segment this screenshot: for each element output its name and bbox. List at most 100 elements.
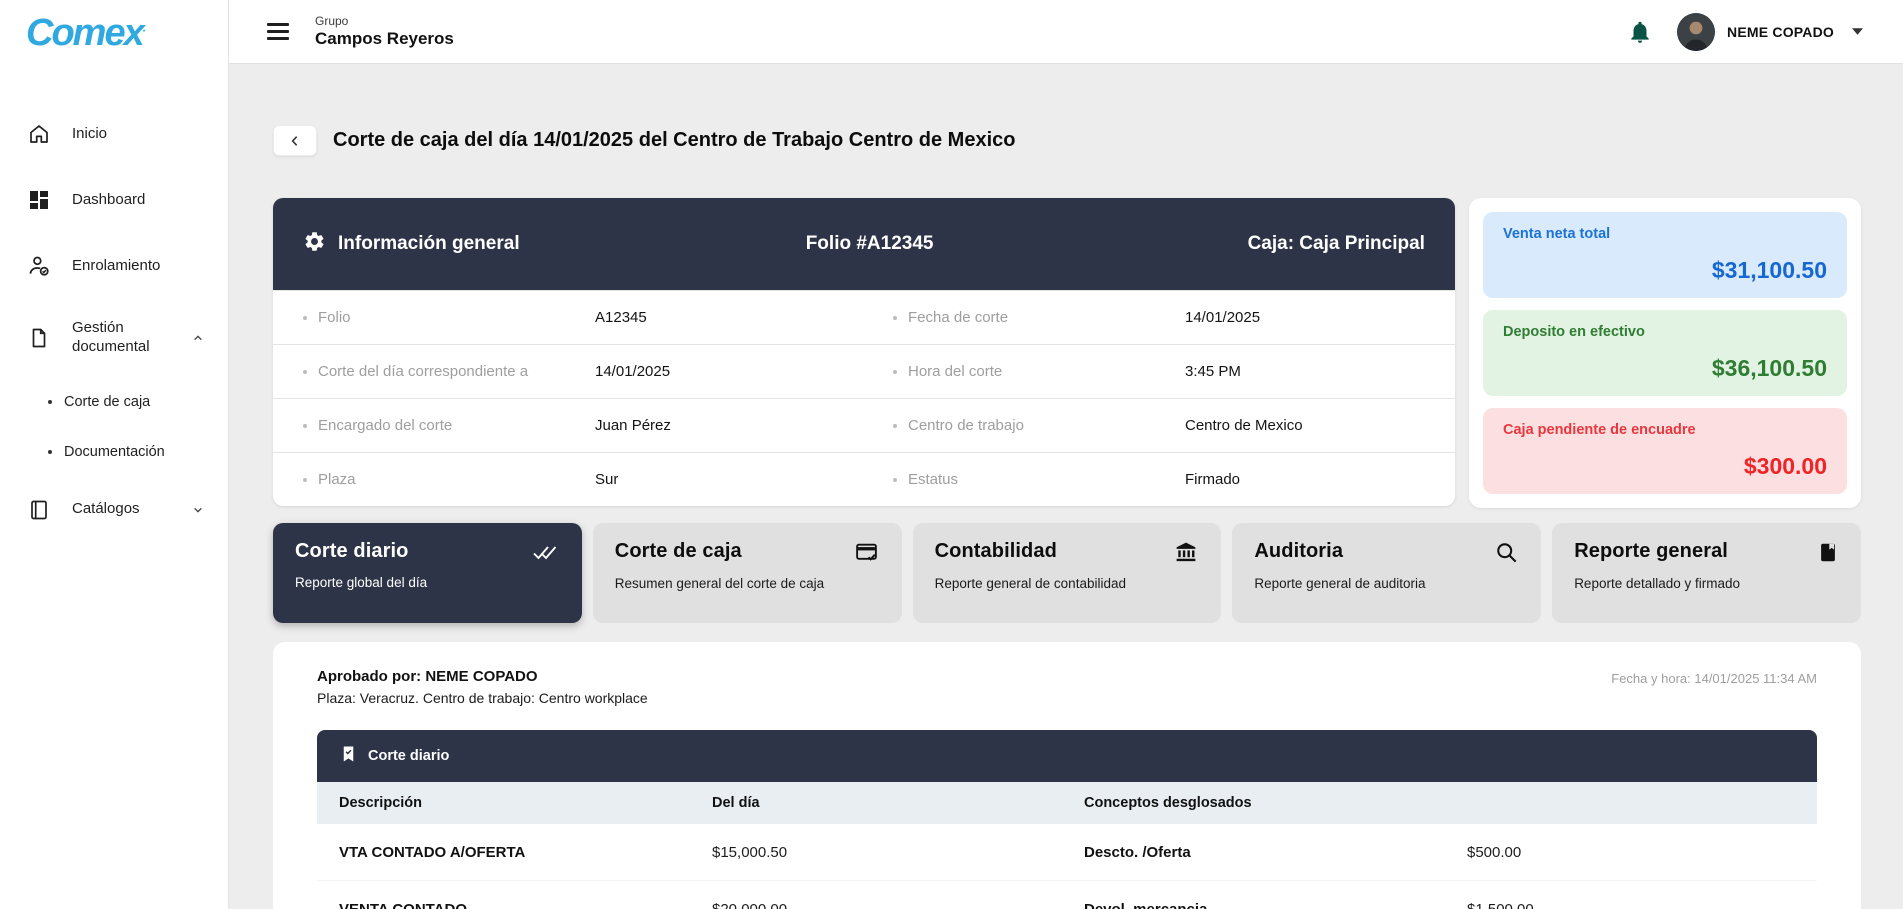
venta-neta-card: Venta neta total $31,100.50 bbox=[1483, 212, 1847, 298]
info-label: Estatus bbox=[893, 471, 1185, 488]
back-button[interactable] bbox=[273, 125, 317, 156]
report-datetime: Fecha y hora: 14/01/2025 11:34 AM bbox=[1611, 671, 1817, 686]
table-title-bar: Corte diario bbox=[317, 730, 1817, 782]
user-name: NEME COPADO bbox=[1727, 24, 1834, 40]
info-value: Centro de Mexico bbox=[1185, 417, 1425, 434]
location-line: Plaza: Veracruz. Centro de trabajo: Cent… bbox=[317, 690, 648, 706]
bullet-dot bbox=[48, 400, 52, 404]
book-icon bbox=[26, 497, 52, 523]
main-content: Corte de caja del día 14/01/2025 del Cen… bbox=[229, 0, 1903, 909]
comex-logo: Comex. bbox=[0, 0, 228, 55]
info-value: Sur bbox=[595, 471, 893, 488]
title-row: Corte de caja del día 14/01/2025 del Cen… bbox=[273, 125, 1861, 156]
info-value: 3:45 PM bbox=[1185, 363, 1425, 380]
info-row: Plaza Sur Estatus Firmado bbox=[273, 452, 1455, 506]
sidebar-item-label: Catálogos bbox=[72, 500, 140, 519]
sidebar-item-label: Enrolamiento bbox=[72, 257, 160, 276]
info-label: Plaza bbox=[303, 471, 595, 488]
info-value: 14/01/2025 bbox=[595, 363, 893, 380]
hamburger-menu-icon[interactable] bbox=[267, 23, 289, 40]
info-label: Centro de trabajo bbox=[893, 417, 1185, 434]
info-label: Folio bbox=[303, 309, 595, 326]
tab-reporte-general[interactable]: Reporte general Reporte detallado y firm… bbox=[1552, 523, 1861, 623]
table-header-row: Descripción Del día Conceptos desglosado… bbox=[317, 782, 1817, 824]
info-row: Folio A12345 Fecha de corte 14/01/2025 bbox=[273, 290, 1455, 344]
report-panel: Aprobado por: NEME COPADO Plaza: Veracru… bbox=[273, 642, 1861, 909]
report-tabs: Corte diario Reporte global del día Cort… bbox=[273, 523, 1861, 623]
sidebar-item-inicio[interactable]: Inicio bbox=[0, 101, 228, 167]
card-label: Deposito en efectivo bbox=[1503, 324, 1827, 340]
sidebar-subitem-label: Documentación bbox=[64, 444, 165, 460]
card-label: Venta neta total bbox=[1503, 226, 1827, 242]
row-monto: $1,500.00 bbox=[1467, 901, 1795, 909]
sidebar: Comex. Inicio Dashboard Enrolamiento Ges… bbox=[0, 0, 229, 909]
card-check-icon bbox=[853, 540, 880, 565]
info-panel-header: Información general Folio #A12345 Caja: … bbox=[273, 198, 1455, 290]
chevron-down-icon bbox=[190, 502, 206, 518]
tab-corte-de-caja[interactable]: Corte de caja Resumen general del corte … bbox=[593, 523, 902, 623]
info-panel: Información general Folio #A12345 Caja: … bbox=[273, 198, 1455, 506]
info-row: Corte del día correspondiente a 14/01/20… bbox=[273, 344, 1455, 398]
column-header: Descripción bbox=[339, 795, 712, 811]
sidebar-subitem-label: Corte de caja bbox=[64, 394, 150, 410]
sidebar-item-catalogos[interactable]: Catálogos bbox=[0, 477, 228, 543]
card-label: Caja pendiente de encuadre bbox=[1503, 422, 1827, 438]
sidebar-item-gestion-documental[interactable]: Gestión documental bbox=[0, 299, 228, 377]
search-icon bbox=[1494, 540, 1519, 565]
group-label: Grupo bbox=[315, 14, 454, 28]
page-title: Corte de caja del día 14/01/2025 del Cen… bbox=[333, 129, 1015, 152]
column-header: Del día bbox=[712, 795, 1084, 811]
sidebar-item-label: Dashboard bbox=[72, 191, 145, 210]
approved-by: Aprobado por: NEME COPADO bbox=[317, 668, 648, 685]
sidebar-nav: Inicio Dashboard Enrolamiento Gestión do… bbox=[0, 101, 228, 543]
sidebar-item-enrolamiento[interactable]: Enrolamiento bbox=[0, 233, 228, 299]
info-label: Corte del día correspondiente a bbox=[303, 363, 595, 380]
row-del-dia: $15,000.50 bbox=[712, 844, 1084, 861]
caja-pendiente-card: Caja pendiente de encuadre $300.00 bbox=[1483, 408, 1847, 494]
home-icon bbox=[26, 121, 52, 147]
info-label: Encargado del corte bbox=[303, 417, 595, 434]
card-value: $300.00 bbox=[1503, 453, 1827, 480]
info-panel-title: Información general bbox=[338, 233, 520, 255]
info-label: Hora del corte bbox=[893, 363, 1185, 380]
row-del-dia: $20,000.00 bbox=[712, 901, 1084, 909]
caret-down-icon bbox=[1852, 28, 1863, 35]
sidebar-item-dashboard[interactable]: Dashboard bbox=[0, 167, 228, 233]
top-header: Grupo Campos Reyeros NEME COPADO bbox=[229, 0, 1903, 64]
row-descripcion: VENTA CONTADO bbox=[339, 901, 712, 909]
info-value: Juan Pérez bbox=[595, 417, 893, 434]
info-row: Encargado del corte Juan Pérez Centro de… bbox=[273, 398, 1455, 452]
column-header: Conceptos desglosados bbox=[1084, 795, 1467, 811]
info-label: Fecha de corte bbox=[893, 309, 1185, 326]
info-value: Firmado bbox=[1185, 471, 1425, 488]
sidebar-item-corte-de-caja[interactable]: Corte de caja bbox=[0, 377, 228, 427]
row-concepto: Devol. mercancia bbox=[1084, 901, 1467, 909]
info-value: A12345 bbox=[595, 309, 893, 326]
sidebar-item-documentacion[interactable]: Documentación bbox=[0, 427, 228, 477]
table-title: Corte diario bbox=[368, 748, 449, 764]
group-name: Campos Reyeros bbox=[315, 29, 454, 49]
caja-header: Caja: Caja Principal bbox=[1055, 233, 1425, 255]
bank-icon bbox=[1173, 540, 1199, 565]
bookmark-icon bbox=[1817, 540, 1839, 565]
table-row: VENTA CONTADO $20,000.00 Devol. mercanci… bbox=[317, 881, 1817, 909]
tab-contabilidad[interactable]: Contabilidad Reporte general de contabil… bbox=[913, 523, 1222, 623]
deposito-efectivo-card: Deposito en efectivo $36,100.50 bbox=[1483, 310, 1847, 396]
info-value: 14/01/2025 bbox=[1185, 309, 1425, 326]
dashboard-icon bbox=[26, 187, 52, 213]
tab-auditoria[interactable]: Auditoria Reporte general de auditoria bbox=[1232, 523, 1541, 623]
row-concepto: Descto. /Oferta bbox=[1084, 844, 1467, 861]
bell-icon[interactable] bbox=[1627, 19, 1653, 45]
user-menu[interactable]: NEME COPADO bbox=[1677, 13, 1863, 51]
card-value: $31,100.50 bbox=[1503, 257, 1827, 284]
approval-block: Aprobado por: NEME COPADO Plaza: Veracru… bbox=[317, 668, 1817, 706]
double-check-icon bbox=[530, 540, 560, 564]
sidebar-item-label: Inicio bbox=[72, 125, 107, 144]
chevron-up-icon bbox=[190, 330, 206, 346]
tab-corte-diario[interactable]: Corte diario Reporte global del día bbox=[273, 523, 582, 623]
corte-diario-table: Corte diario Descripción Del día Concept… bbox=[317, 730, 1817, 909]
document-icon bbox=[26, 325, 52, 351]
person-check-icon bbox=[26, 253, 52, 279]
folio-header: Folio #A12345 bbox=[684, 233, 1054, 255]
row-monto: $500.00 bbox=[1467, 844, 1795, 861]
